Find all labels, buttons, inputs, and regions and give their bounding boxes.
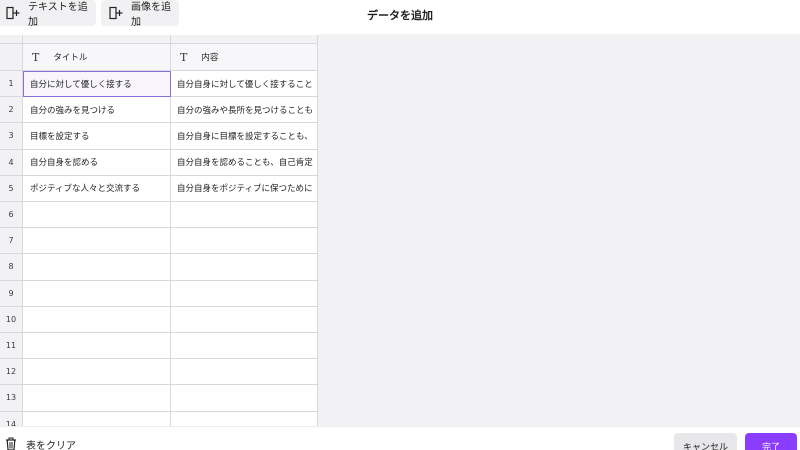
title-cell[interactable] [23,333,171,360]
add-data-dialog: テキストを追加 画像を追加 データを追加 T タイトル T 内容 1 自分に対し… [0,0,800,450]
row-number[interactable]: 11 [0,333,23,360]
row-number[interactable]: 4 [0,149,23,176]
table-corner-row [0,35,318,44]
title-cell[interactable]: 自分自身を認める [23,149,171,176]
header-rownum-cell [0,44,23,71]
content-cell[interactable]: 自分自身を認めることも、自己肯定 [171,149,318,176]
clear-table-label: 表をクリア [26,440,76,450]
column-handle[interactable] [23,35,171,44]
done-button[interactable]: 完了 [745,433,797,450]
title-cell[interactable]: 目標を設定する [23,123,171,150]
table-row: 4 自分自身を認める 自分自身を認めることも、自己肯定 [0,149,318,176]
row-number[interactable]: 8 [0,254,23,281]
top-toolbar: テキストを追加 画像を追加 データを追加 [0,0,800,30]
table-row: 1 自分に対して優しく接する 自分自身に対して優しく接すること [0,71,318,98]
row-number[interactable]: 1 [0,71,23,98]
text-type-icon: T [32,50,40,64]
empty-preview-panel [318,34,800,426]
row-number[interactable]: 13 [0,385,23,412]
title-cell[interactable] [23,306,171,333]
table-header-row: T タイトル T 内容 [0,44,318,71]
column-header-label: タイトル [53,53,88,63]
table-row: 13 [0,385,318,412]
content-cell[interactable] [171,385,318,412]
content-cell[interactable] [171,333,318,360]
text-type-icon: T [180,50,188,64]
row-number[interactable]: 5 [0,175,23,202]
content-cell[interactable]: 自分の強みや長所を見つけることも [171,97,318,124]
corner-cell [0,35,23,44]
table-row: 9 [0,280,318,307]
row-number[interactable]: 12 [0,359,23,386]
bottom-bar: 表をクリア キャンセル 完了 [0,426,800,450]
table-row: 11 [0,333,318,360]
content-cell[interactable]: 自分自身をポジティブに保つために [171,175,318,202]
cancel-button[interactable]: キャンセル [674,433,737,450]
column-header-label: 内容 [201,53,219,63]
table-row: 6 [0,202,318,229]
clear-table-button[interactable]: 表をクリア [4,437,76,450]
content-cell[interactable] [171,254,318,281]
table-row: 14 [0,411,318,427]
table-row: 5 ポジティブな人々と交流する 自分自身をポジティブに保つために [0,175,318,202]
title-cell[interactable]: 自分の強みを見つける [23,97,171,124]
content-cell[interactable]: 自分自身に対して優しく接すること [171,71,318,98]
content-cell[interactable] [171,280,318,307]
row-number[interactable]: 14 [0,411,23,427]
content-cell[interactable] [171,228,318,255]
row-number[interactable]: 10 [0,306,23,333]
title-cell[interactable] [23,359,171,386]
content-cell[interactable] [171,202,318,229]
column-header-title[interactable]: T タイトル [23,44,171,71]
column-header-content[interactable]: T 内容 [171,44,318,71]
content-cell[interactable] [171,411,318,427]
title-cell[interactable] [23,254,171,281]
title-cell[interactable] [23,411,171,427]
row-number[interactable]: 6 [0,202,23,229]
title-cell[interactable] [23,228,171,255]
content-cell[interactable]: 自分自身に目標を設定することも、 [171,123,318,150]
table-row: 3 目標を設定する 自分自身に目標を設定することも、 [0,123,318,150]
row-number[interactable]: 9 [0,280,23,307]
data-table: T タイトル T 内容 1 自分に対して優しく接する 自分自身に対して優しく接するこ… [0,35,318,427]
table-row: 12 [0,359,318,386]
row-number[interactable]: 3 [0,123,23,150]
trash-icon [4,437,18,450]
table-row: 10 [0,306,318,333]
content-cell[interactable] [171,306,318,333]
table-row: 8 [0,254,318,281]
row-number[interactable]: 2 [0,97,23,124]
table-row: 2 自分の強みを見つける 自分の強みや長所を見つけることも [0,97,318,124]
title-cell[interactable]: ポジティブな人々と交流する [23,175,171,202]
row-number[interactable]: 7 [0,228,23,255]
dialog-title: データを追加 [367,9,433,22]
title-cell[interactable]: 自分に対して優しく接する [23,71,171,98]
column-handle[interactable] [171,35,318,44]
title-cell[interactable] [23,385,171,412]
title-cell[interactable] [23,280,171,307]
title-cell[interactable] [23,202,171,229]
content-cell[interactable] [171,359,318,386]
table-row: 7 [0,228,318,255]
